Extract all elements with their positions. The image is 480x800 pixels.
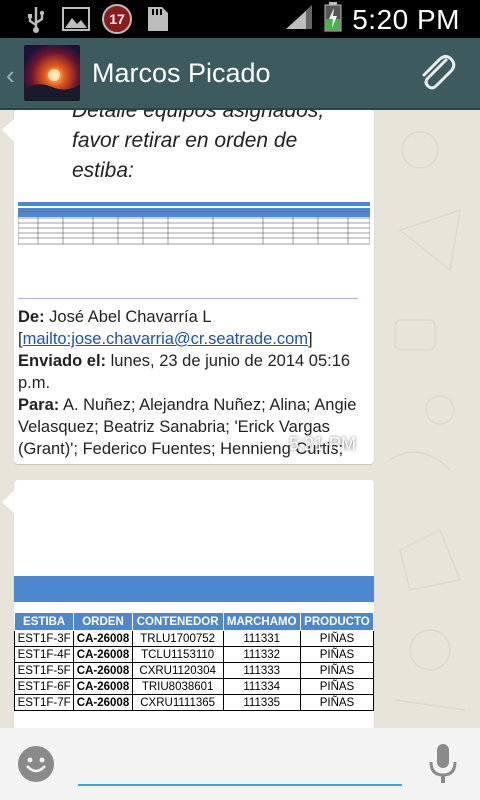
- table-row: EST1F-6F CA-26008 TRIU8038601 111334 PIÑ…: [14, 678, 374, 695]
- notification-count-badge: 17: [102, 4, 132, 34]
- back-chevron-icon[interactable]: ‹: [6, 60, 15, 91]
- table-row: EST1F-3F CA-26008 TRLU1700752 111331 PIÑ…: [14, 630, 374, 647]
- message-timestamp: 5:21 PM: [288, 434, 356, 454]
- intro-line: favor retirar en orden de: [72, 129, 298, 152]
- table-cell: PIÑAS: [299, 646, 374, 663]
- from-name: José Abel Chavarría L: [44, 308, 212, 326]
- avatar[interactable]: [24, 45, 80, 101]
- attach-icon[interactable]: [416, 52, 460, 96]
- to-label: Para:: [18, 396, 60, 414]
- sd-card-icon: [144, 5, 172, 33]
- battery-charging-icon: [324, 2, 342, 37]
- column-header: MARCHAMO: [222, 612, 301, 631]
- column-header: ORDEN: [73, 612, 133, 631]
- image-icon: [62, 5, 90, 33]
- table-cell: 111333: [222, 662, 301, 679]
- table-cell: CXRU1120304: [131, 662, 224, 679]
- email-intro-text: Detalle equipos asignados, favor retirar…: [72, 110, 352, 186]
- message-bubble-table[interactable]: ESTIBA ORDEN CONTENEDOR MARCHAMO PRODUCT…: [14, 480, 374, 728]
- from-label: De:: [18, 308, 45, 326]
- status-right: 5:20 PM: [284, 2, 460, 37]
- message-bubble-email[interactable]: Detalle equipos asignados, favor retirar…: [14, 110, 374, 464]
- table-cell: PIÑAS: [299, 662, 374, 679]
- intro-line: estiba:: [72, 159, 134, 182]
- table-cell: EST1F-6F: [14, 678, 75, 695]
- table-row: EST1F-7F CA-26008 CXRU1111365 111335 PIÑ…: [14, 694, 374, 711]
- bracket-close: ]: [308, 330, 313, 348]
- contact-name[interactable]: Marcos Picado: [92, 58, 271, 89]
- microphone-icon[interactable]: [426, 742, 460, 786]
- action-bar: ‹ Marcos Picado: [0, 38, 480, 110]
- table-cell: TRLU1700752: [131, 630, 224, 647]
- table-cell: TRIU8038601: [131, 678, 224, 695]
- table-cell: EST1F-3F: [14, 630, 75, 647]
- table-row: EST1F-4F CA-26008 TCLU1153110 111332 PIÑ…: [14, 646, 374, 663]
- table-cell: CA-26008: [73, 662, 133, 679]
- email-from: De: José Abel Chavarría L: [18, 306, 368, 328]
- signal-icon: [284, 3, 314, 36]
- table-cell: PIÑAS: [299, 694, 374, 711]
- table-cell: 111335: [222, 694, 301, 711]
- table-title-band: [14, 576, 374, 602]
- sent-label: Enviado el:: [18, 352, 107, 370]
- clock: 5:20 PM: [352, 3, 460, 35]
- emoji-icon[interactable]: [18, 746, 54, 782]
- table-cell: 111334: [222, 678, 301, 695]
- table-cell: EST1F-4F: [14, 646, 75, 663]
- mini-table-thumbnail: [18, 202, 370, 245]
- table-row: EST1F-5F CA-26008 CXRU1120304 111333 PIÑ…: [14, 662, 374, 679]
- chat-area[interactable]: Detalle equipos asignados, favor retirar…: [0, 110, 480, 728]
- table-cell: CA-26008: [73, 694, 133, 711]
- table-cell: CA-26008: [73, 646, 133, 663]
- message-input[interactable]: [78, 752, 402, 786]
- column-header: PRODUCTO: [299, 612, 374, 631]
- table-cell: PIÑAS: [299, 630, 374, 647]
- table-header-row: ESTIBA ORDEN CONTENEDOR MARCHAMO PRODUCT…: [14, 612, 374, 631]
- table-cell: 111331: [222, 630, 301, 647]
- email-link[interactable]: mailto:jose.chavarria@cr.seatrade.com: [23, 330, 308, 348]
- usb-icon: [22, 5, 50, 33]
- table-cell: TCLU1153110: [131, 646, 224, 663]
- cargo-table: ESTIBA ORDEN CONTENEDOR MARCHAMO PRODUCT…: [14, 612, 374, 711]
- table-cell: 111332: [222, 646, 301, 663]
- column-header: CONTENEDOR: [131, 612, 224, 631]
- email-address-line: [mailto:jose.chavarria@cr.seatrade.com]: [18, 328, 368, 350]
- column-header: ESTIBA: [14, 612, 75, 631]
- table-cell: PIÑAS: [299, 678, 374, 695]
- message-input-bar: [0, 728, 480, 800]
- email-separator: [18, 298, 358, 299]
- table-cell: EST1F-5F: [14, 662, 75, 679]
- table-cell: EST1F-7F: [14, 694, 75, 711]
- email-sent: Enviado el: lunes, 23 de junio de 2014 0…: [18, 350, 368, 394]
- status-bar: 17 5:20 PM: [0, 0, 480, 38]
- table-cell: CA-26008: [73, 630, 133, 647]
- intro-line: Detalle equipos asignados,: [72, 110, 325, 122]
- table-cell: CA-26008: [73, 678, 133, 695]
- status-left: 17: [22, 4, 172, 34]
- table-cell: CXRU1111365: [131, 694, 224, 711]
